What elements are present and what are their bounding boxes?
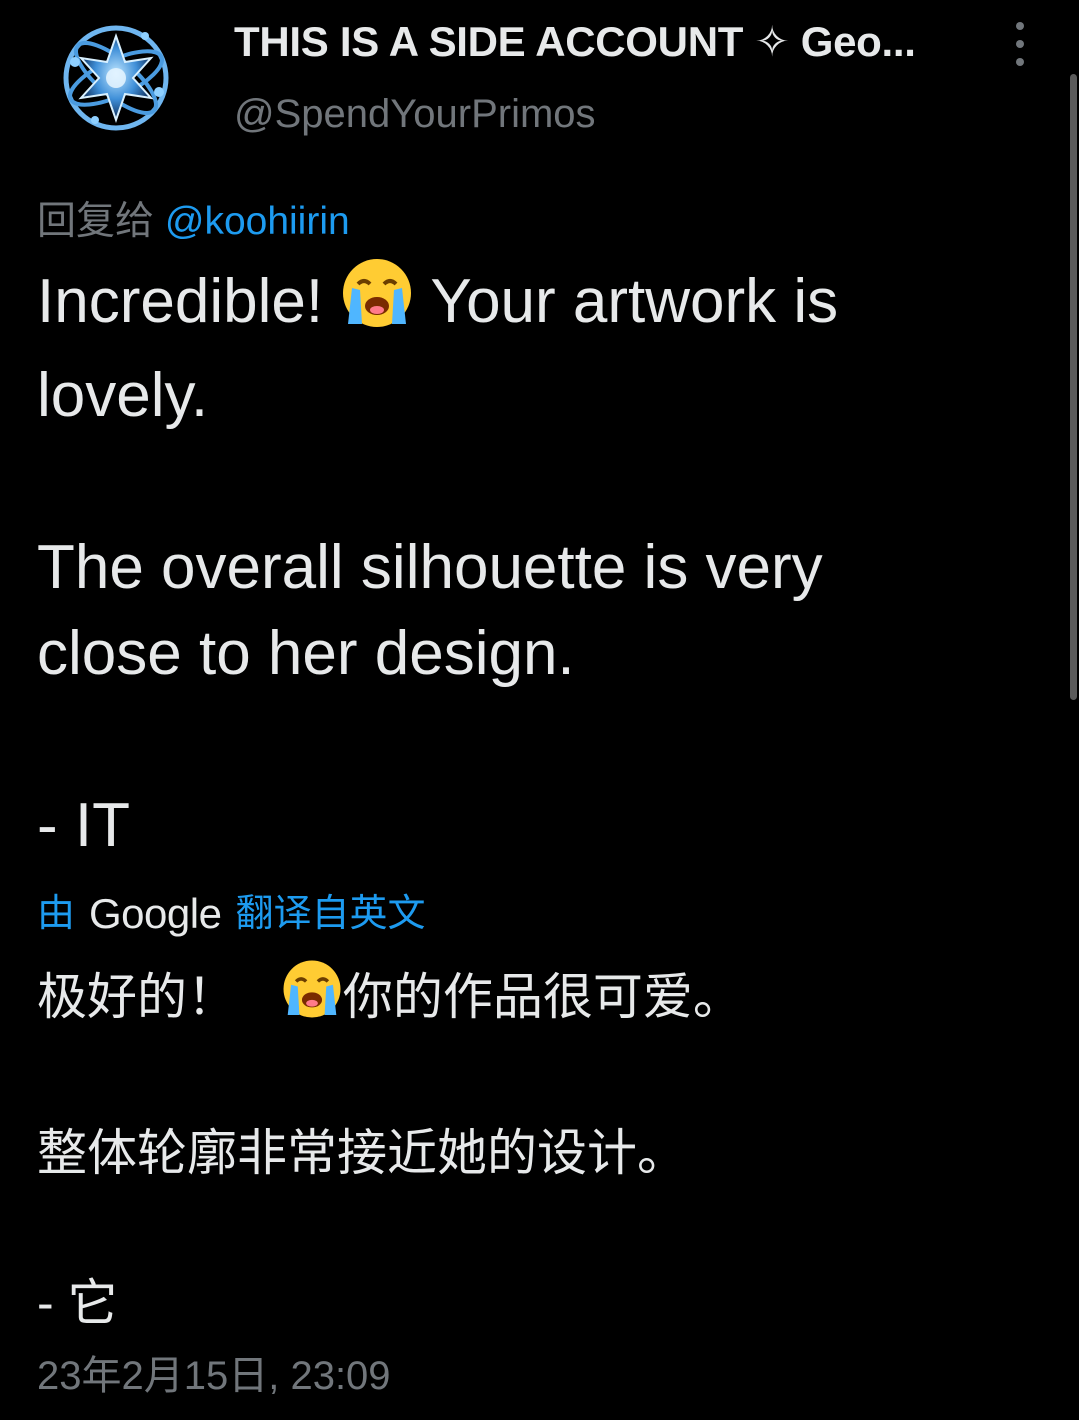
crystal-sphere-icon: [63, 25, 169, 131]
tweet-text-segment: Your artwork is: [430, 267, 839, 336]
loudly-crying-face-icon: [340, 256, 414, 353]
google-logo: Google: [89, 890, 222, 937]
reply-prefix: 回复给: [37, 200, 155, 243]
reply-mention-link[interactable]: @koohiirin: [165, 200, 350, 243]
loudly-crying-face-icon: [281, 958, 343, 1041]
reply-to-line: 回复给 @koohiirin: [37, 196, 350, 248]
translation-line: 整体轮廓非常接近她的设计。: [37, 1125, 687, 1181]
translated-text: 极好的！ 你的作品很可爱。 整体轮廓非常接近她的设计。 - 它: [37, 958, 1037, 1341]
dot: [1016, 40, 1024, 48]
user-handle[interactable]: @SpendYourPrimos: [234, 88, 596, 140]
translation-by-label: 由: [37, 893, 76, 935]
tweet-timestamp[interactable]: 23年2月15日, 23:09: [37, 1350, 391, 1402]
translation-line: - 它: [37, 1275, 118, 1331]
tweet-line: - IT: [37, 791, 130, 860]
translation-attribution[interactable]: 由 Google 翻译自英文: [37, 888, 425, 940]
display-name[interactable]: THIS IS A SIDE ACCOUNT ✧ Geo...: [234, 16, 964, 68]
vertical-ellipsis-icon[interactable]: [1006, 22, 1034, 66]
tweet-line: close to her design.: [37, 619, 575, 688]
tweet-line: Incredible! Your artwork is: [37, 256, 1037, 353]
tweet-text-segment: Incredible!: [37, 267, 324, 336]
translation-line: 极好的！ 你的作品很可爱。: [37, 958, 1037, 1041]
dot: [1016, 22, 1024, 30]
dot: [1016, 58, 1024, 66]
tweet-text: Incredible! Your artwork is lovely. The …: [37, 256, 1037, 869]
tweet-line: lovely.: [37, 361, 209, 430]
avatar[interactable]: [55, 22, 177, 134]
translation-text-segment: 极好的！: [37, 969, 237, 1025]
scrollbar[interactable]: [1070, 74, 1077, 700]
translation-source-label: 翻译自英文: [235, 893, 426, 935]
tweet-line: The overall silhouette is very: [37, 533, 823, 602]
translation-text-segment: 你的作品很可爱。: [342, 969, 743, 1025]
